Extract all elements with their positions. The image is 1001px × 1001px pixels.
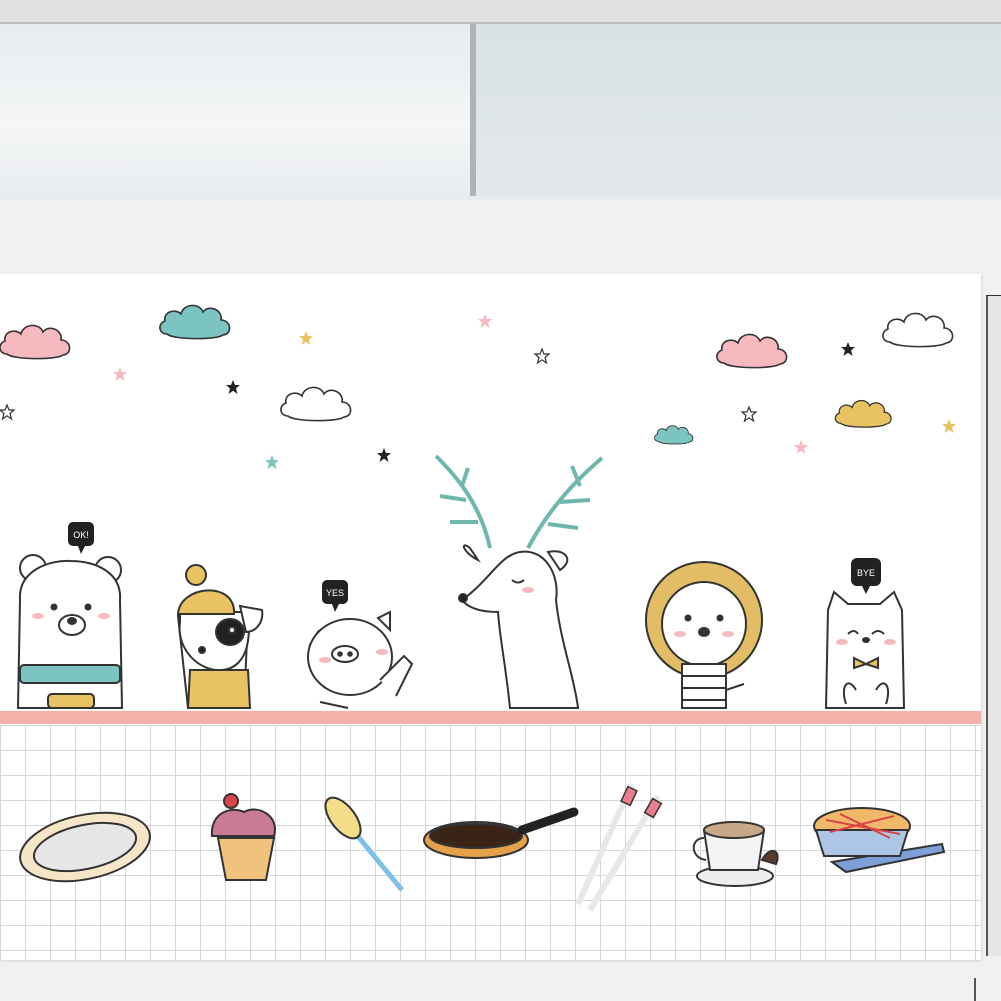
star-icon [942, 419, 956, 433]
star-icon [226, 380, 240, 394]
cloud-pink-right [716, 333, 788, 369]
stars [0, 314, 956, 469]
sticker-illustration: OK! YES BYE [0, 304, 956, 912]
chopsticks-icon [575, 782, 663, 912]
frying-pan-icon [423, 807, 579, 859]
star-icon [299, 331, 313, 345]
plate-icon [19, 811, 151, 883]
star-icon [841, 342, 855, 356]
star-icon [377, 448, 391, 462]
clouds [0, 304, 954, 445]
cloud-white [280, 386, 352, 422]
cloud-white-right [882, 312, 954, 348]
speech-bubble-text: OK! [73, 530, 89, 540]
dog-character [176, 564, 264, 709]
cloud-teal [159, 304, 231, 340]
deer-character [434, 454, 604, 709]
star-icon [0, 404, 15, 420]
star-icon [265, 455, 279, 469]
cupcake-icon [210, 793, 276, 881]
coffee-cup-icon [692, 821, 779, 887]
lion-character [645, 561, 763, 709]
star-icon [534, 348, 550, 364]
speech-bubble-text: YES [326, 588, 344, 598]
cloud-pink [0, 324, 71, 360]
cat-character [824, 590, 906, 709]
speech-bubble-bear: OK! [68, 522, 94, 554]
pig-character [307, 610, 414, 709]
pie-icon [813, 807, 946, 874]
spatula-icon [324, 796, 404, 892]
speech-bubble-text: BYE [857, 568, 875, 578]
star-icon [741, 406, 757, 422]
star-icon [794, 440, 808, 454]
speech-bubble-pig: YES [322, 580, 348, 612]
speech-bubble-cat: BYE [851, 558, 881, 594]
star-icon [478, 314, 492, 328]
star-icon [113, 367, 127, 381]
cloud-teal-small [654, 425, 694, 445]
cloud-yellow [834, 399, 892, 428]
bear-character [16, 554, 124, 709]
